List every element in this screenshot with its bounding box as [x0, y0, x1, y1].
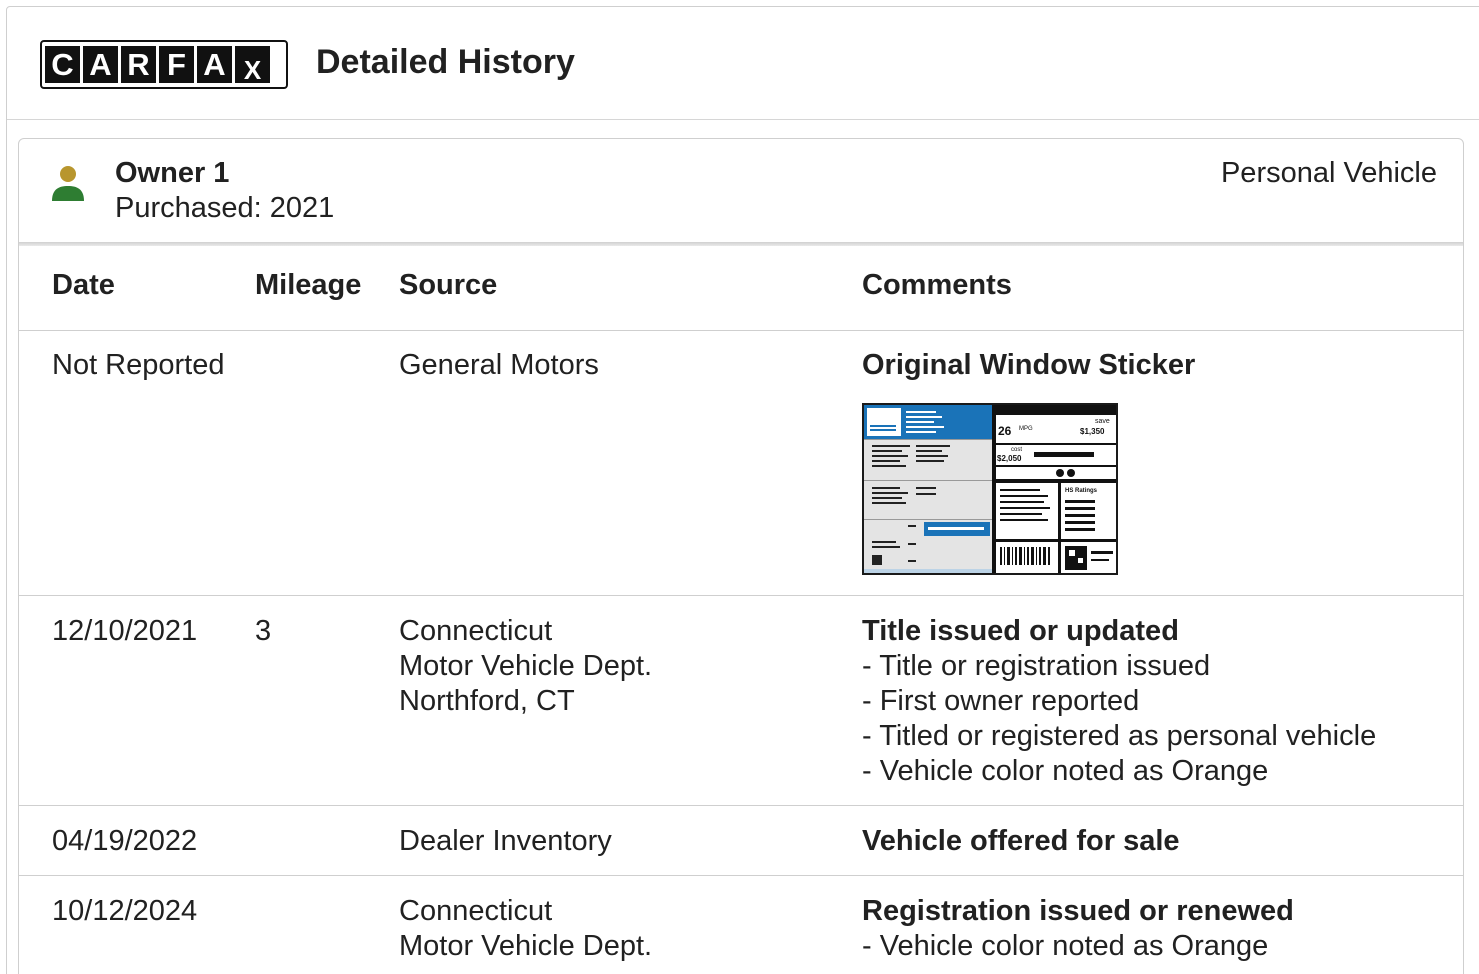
svg-text:MPG: MPG	[1019, 426, 1033, 432]
logo-letter: R	[121, 46, 156, 83]
report-header: C A R F A X Detailed History	[7, 7, 1479, 120]
source-line: Northford, CT	[399, 685, 575, 717]
table-cell-comments: Vehicle offered for sale	[862, 824, 1180, 859]
window-sticker-image: 26 MPG save $1,350 cost $2,050 HS Rating…	[864, 405, 1116, 573]
source-line: Connecticut	[399, 895, 553, 927]
comment-line: - Title or registration issued	[862, 650, 1211, 682]
window-sticker-thumbnail[interactable]: 26 MPG save $1,350 cost $2,050 HS Rating…	[862, 403, 1118, 575]
source-line: Motor Vehicle Dept.	[399, 650, 653, 682]
table-cell-comments: Registration issued or renewed - Vehicle…	[862, 894, 1294, 964]
comment-title: Vehicle offered for sale	[862, 825, 1180, 857]
comment-title: Original Window Sticker	[862, 349, 1196, 381]
divider	[19, 330, 1463, 331]
person-icon	[52, 166, 84, 201]
logo-letter: A	[197, 46, 232, 83]
owner-summary: Owner 1 Purchased: 2021 Personal Vehicle	[19, 139, 1463, 242]
source-line: Dealer Inventory	[399, 825, 612, 857]
comment-line: - Titled or registered as personal vehic…	[862, 720, 1377, 752]
owner-type: Personal Vehicle	[1220, 157, 1437, 189]
table-cell-mileage: 3	[255, 615, 272, 647]
source-line: Connecticut	[399, 615, 553, 647]
column-header-mileage: Mileage	[255, 269, 362, 301]
logo-letter: C	[45, 46, 80, 83]
comment-title: Registration issued or renewed	[862, 895, 1294, 927]
logo-letter: X	[235, 46, 270, 83]
comment-line: - First owner reported	[862, 685, 1140, 717]
svg-text:$2,050: $2,050	[997, 454, 1022, 463]
carfax-logo[interactable]: C A R F A X	[40, 40, 288, 89]
svg-text:$1,350: $1,350	[1080, 427, 1105, 436]
page-title: Detailed History	[316, 43, 575, 81]
comment-line: - Vehicle color noted as Orange	[862, 755, 1269, 787]
table-cell-source: Dealer Inventory	[399, 824, 612, 859]
table-cell-date: 12/10/2021	[52, 615, 198, 647]
source-line: General Motors	[399, 349, 599, 381]
table-cell-source: Connecticut Motor Vehicle Dept.	[399, 894, 652, 964]
table-cell-comments: Title issued or updated - Title or regis…	[862, 614, 1376, 789]
table-cell-comments: Original Window Sticker	[862, 348, 1195, 383]
comment-line: - Vehicle color noted as Orange	[862, 930, 1269, 962]
owner-name: Owner 1	[115, 157, 230, 189]
table-cell-source: General Motors	[399, 348, 599, 383]
svg-text:cost: cost	[1011, 447, 1022, 453]
source-line: Motor Vehicle Dept.	[399, 930, 653, 962]
divider	[19, 595, 1463, 596]
comment-title: Title issued or updated	[862, 615, 1179, 647]
logo-letter: F	[159, 46, 194, 83]
svg-text:26: 26	[998, 424, 1012, 438]
owner-purchased: Purchased: 2021	[115, 192, 335, 224]
owner-history-card: Owner 1 Purchased: 2021 Personal Vehicle…	[18, 138, 1464, 974]
logo-letter: A	[83, 46, 118, 83]
column-header-date: Date	[52, 269, 115, 301]
svg-text:HS Ratings: HS Ratings	[1065, 488, 1098, 494]
table-cell-date: Not Reported	[52, 349, 225, 381]
divider	[19, 805, 1463, 806]
column-header-source: Source	[399, 269, 498, 301]
svg-text:save: save	[1095, 418, 1110, 425]
table-cell-date: 10/12/2024	[52, 895, 198, 927]
column-header-comments: Comments	[862, 269, 1012, 301]
table-cell-date: 04/19/2022	[52, 825, 198, 857]
table-cell-source: Connecticut Motor Vehicle Dept. Northfor…	[399, 614, 652, 719]
divider	[19, 875, 1463, 876]
divider	[19, 242, 1463, 246]
